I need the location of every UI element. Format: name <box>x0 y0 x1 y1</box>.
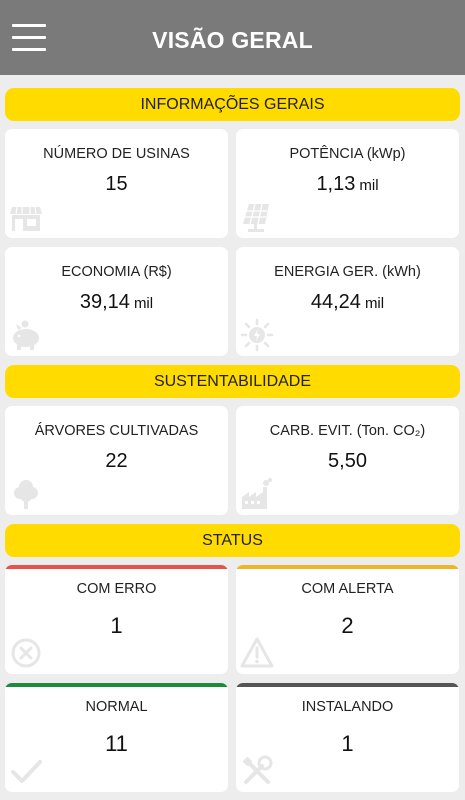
section-header-sustainability: SUSTENTABILIDADE <box>5 365 460 398</box>
status-bar-normal <box>5 683 228 687</box>
app-bar: VISÃO GERAL <box>0 0 465 75</box>
card-value: 44,24 mil <box>310 291 385 313</box>
card-value: 22 <box>105 450 128 472</box>
card-plants[interactable]: NÚMERO DE USINAS 15 <box>5 129 228 238</box>
tools-icon <box>240 754 274 788</box>
card-carbon[interactable]: CARB. EVIT. (Ton. CO₂) 5,50 <box>236 406 459 515</box>
section-header-status: STATUS <box>5 524 460 557</box>
card-label: COM ALERTA <box>301 581 394 597</box>
piggy-bank-icon <box>9 318 43 352</box>
card-savings[interactable]: ECONOMIA (R$) 39,14 mil <box>5 247 228 356</box>
card-status-normal[interactable]: NORMAL 11 <box>5 683 228 792</box>
card-value: 15 <box>105 173 128 195</box>
solar-panel-icon <box>240 200 274 234</box>
status-bar-error <box>5 565 228 569</box>
card-energy[interactable]: ENERGIA GER. (kWh) 44,24 mil <box>236 247 459 356</box>
card-status-installing[interactable]: INSTALANDO 1 <box>236 683 459 792</box>
card-label: ÁRVORES CULTIVADAS <box>34 423 199 439</box>
check-icon <box>9 754 43 788</box>
card-status-alert[interactable]: COM ALERTA 2 <box>236 565 459 674</box>
card-trees[interactable]: ÁRVORES CULTIVADAS 22 <box>5 406 228 515</box>
card-label: CARB. EVIT. (Ton. CO₂) <box>269 423 426 439</box>
card-label: ENERGIA GER. (kWh) <box>274 264 421 280</box>
card-label: COM ERRO <box>76 581 157 597</box>
card-power[interactable]: POTÊNCIA (kWp) 1,13 mil <box>236 129 459 238</box>
card-label: INSTALANDO <box>301 699 394 715</box>
card-value: 5,50 <box>328 450 367 472</box>
card-label: NORMAL <box>85 699 148 715</box>
warning-icon <box>240 636 274 670</box>
status-bar-alert <box>236 565 459 569</box>
tree-icon <box>9 477 43 511</box>
status-bar-installing <box>236 683 459 687</box>
sun-energy-icon <box>240 318 274 352</box>
factory-icon <box>240 477 274 511</box>
card-value: 1,13 mil <box>316 173 379 195</box>
card-label: ECONOMIA (R$) <box>61 264 172 280</box>
card-status-error[interactable]: COM ERRO 1 <box>5 565 228 674</box>
store-icon <box>9 200 43 234</box>
card-label: NÚMERO DE USINAS <box>43 146 190 162</box>
section-header-general: INFORMAÇÕES GERAIS <box>5 88 460 121</box>
page-title: VISÃO GERAL <box>152 27 313 53</box>
card-value: 39,14 mil <box>79 291 154 313</box>
card-label: POTÊNCIA (kWp) <box>289 146 406 162</box>
error-circle-icon <box>9 636 43 670</box>
